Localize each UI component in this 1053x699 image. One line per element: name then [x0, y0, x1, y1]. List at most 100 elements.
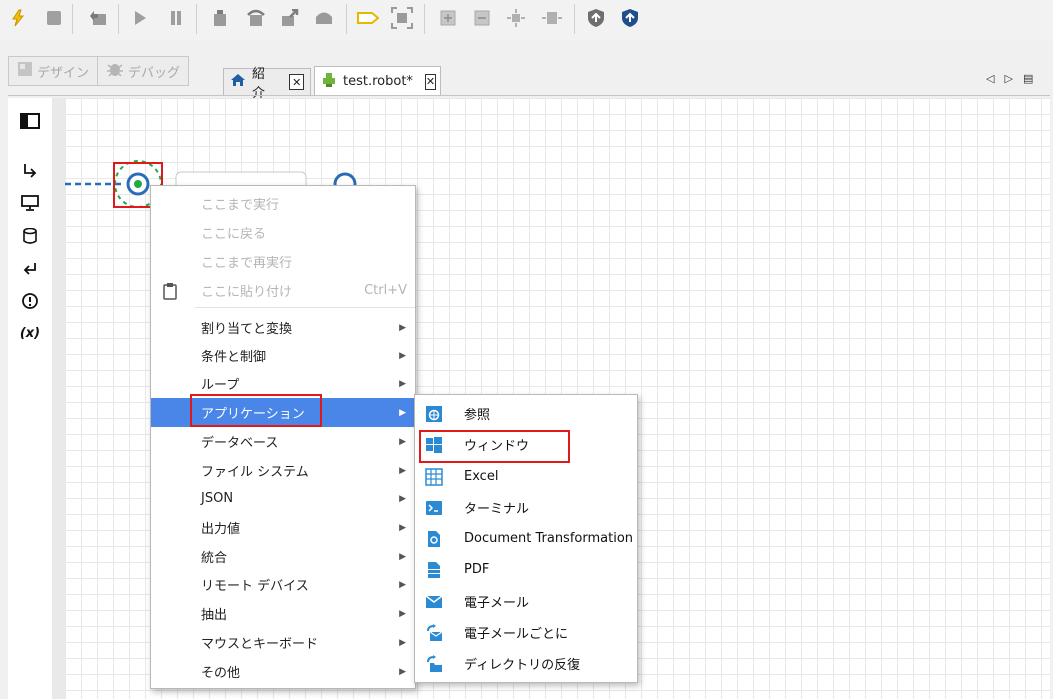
- design-mode-button[interactable]: デザイン: [9, 57, 97, 85]
- tab-introduction[interactable]: 紹介 ✕: [223, 67, 311, 101]
- toolbar-separator: [346, 4, 347, 34]
- menu-item-paste-here[interactable]: ここに貼り付け Ctrl+V: [151, 276, 415, 305]
- close-icon[interactable]: ✕: [289, 74, 304, 90]
- run-icon[interactable]: [126, 4, 154, 32]
- step-over-icon[interactable]: [242, 4, 270, 32]
- design-icon: [17, 61, 33, 81]
- database-icon[interactable]: [18, 224, 42, 248]
- submenu-arrow-icon: ▶: [399, 493, 406, 504]
- toolbar-separator: [72, 4, 73, 34]
- submenu-arrow-icon: ▶: [399, 637, 406, 648]
- menu-separator: [195, 307, 415, 308]
- robot-icon: [321, 72, 337, 92]
- toolbar-separator: [118, 4, 119, 34]
- menu-item-other[interactable]: その他 ▶: [151, 657, 415, 686]
- menu-item-output[interactable]: 出力値 ▶: [151, 513, 415, 542]
- context-menu: ここまで実行 ここに戻る ここまで再実行 ここに貼り付け Ctrl+V 割り当て…: [150, 185, 416, 689]
- submenu-arrow-icon: ▶: [399, 378, 406, 389]
- publish-icon[interactable]: [582, 4, 610, 32]
- lightning-icon[interactable]: [4, 4, 32, 32]
- step-return-icon[interactable]: [310, 4, 338, 32]
- pdf-icon: [425, 561, 443, 579]
- directory-loop-icon: [425, 654, 443, 673]
- capture-icon[interactable]: [388, 4, 416, 32]
- toolbar-separator: [574, 4, 575, 34]
- menu-item-assign-convert[interactable]: 割り当てと変換 ▶: [151, 313, 415, 342]
- expand-icon[interactable]: [538, 4, 566, 32]
- submenu-item-browse[interactable]: 参照: [415, 398, 637, 429]
- highlight-box-window: [419, 430, 570, 463]
- document-transform-icon: [425, 530, 443, 548]
- tab-prev-icon[interactable]: ◁: [986, 72, 994, 85]
- stop-icon[interactable]: [40, 4, 68, 32]
- submenu-arrow-icon: ▶: [399, 407, 406, 418]
- email-icon: [425, 593, 443, 611]
- home-icon: [230, 73, 246, 91]
- submenu-item-pdf[interactable]: PDF: [415, 554, 637, 585]
- mode-switch: デザイン デバッグ: [8, 56, 190, 86]
- menu-item-conditions-control[interactable]: 条件と制御 ▶: [151, 341, 415, 370]
- tab-list-icon[interactable]: ▤: [1023, 72, 1033, 85]
- menu-item-integration[interactable]: 統合 ▶: [151, 542, 415, 571]
- menu-item-go-back-here[interactable]: ここに戻る: [151, 218, 415, 247]
- menu-item-remote-device[interactable]: リモート デバイス ▶: [151, 570, 415, 599]
- tab-label: test.robot*: [343, 74, 413, 89]
- submenu-arrow-icon: ▶: [399, 465, 406, 476]
- reset-icon[interactable]: [84, 4, 112, 32]
- menu-item-rerun-to-here[interactable]: ここまで再実行: [151, 247, 415, 276]
- submenu-item-excel[interactable]: Excel: [415, 461, 637, 492]
- menu-item-database[interactable]: データベース ▶: [151, 427, 415, 456]
- panel-toggle-icon[interactable]: [18, 109, 42, 133]
- variable-icon[interactable]: (x): [18, 321, 42, 345]
- submenu-arrow-icon: ▶: [399, 350, 406, 361]
- screen-icon[interactable]: [18, 191, 42, 215]
- menu-item-file-system[interactable]: ファイル システム ▶: [151, 456, 415, 485]
- submenu-arrow-icon: ▶: [399, 608, 406, 619]
- editor-border: [8, 95, 1050, 96]
- return-icon[interactable]: [18, 257, 42, 281]
- submenu-item-document-transformation[interactable]: Document Transformation: [415, 523, 637, 554]
- design-mode-label: デザイン: [37, 65, 90, 81]
- browser-icon: [425, 405, 443, 423]
- tab-test-robot[interactable]: test.robot* ✕: [314, 66, 441, 96]
- submenu-item-email[interactable]: 電子メール: [415, 586, 637, 617]
- next-step-icon[interactable]: [18, 159, 42, 183]
- zoom-out-icon[interactable]: [468, 4, 496, 32]
- zoom-in-icon[interactable]: [434, 4, 462, 32]
- menu-item-mouse-keyboard[interactable]: マウスとキーボード ▶: [151, 628, 415, 657]
- upload-icon[interactable]: [616, 4, 644, 32]
- bug-icon: [106, 61, 124, 81]
- menu-item-extract[interactable]: 抽出 ▶: [151, 599, 415, 628]
- toolbar-separator: [424, 4, 425, 34]
- terminal-icon: [425, 499, 443, 517]
- excel-grid-icon: [425, 467, 443, 486]
- email-loop-icon: [425, 623, 443, 642]
- exception-icon[interactable]: [18, 289, 42, 313]
- menu-item-run-to-here[interactable]: ここまで実行: [151, 189, 415, 218]
- step-out-icon[interactable]: [276, 4, 304, 32]
- debug-mode-button[interactable]: デバッグ: [97, 57, 188, 85]
- toolbar-separator: [196, 4, 197, 34]
- submenu-arrow-icon: ▶: [399, 522, 406, 533]
- step-into-icon[interactable]: [206, 4, 234, 32]
- fit-icon[interactable]: [502, 4, 530, 32]
- pause-icon[interactable]: [162, 4, 190, 32]
- submenu-arrow-icon: ▶: [399, 579, 406, 590]
- debug-mode-label: デバッグ: [128, 65, 181, 81]
- highlight-box-application: [190, 394, 322, 427]
- submenu-arrow-icon: ▶: [399, 322, 406, 333]
- submenu-arrow-icon: ▶: [399, 551, 406, 562]
- submenu-item-directory-loop[interactable]: ディレクトリの反復: [415, 648, 637, 679]
- close-icon[interactable]: ✕: [424, 73, 437, 90]
- submenu-arrow-icon: ▶: [399, 436, 406, 447]
- submenu-item-for-each-email[interactable]: 電子メールごとに: [415, 617, 637, 648]
- menu-item-json[interactable]: JSON ▶: [151, 484, 415, 513]
- shortcut-label: Ctrl+V: [364, 283, 407, 298]
- submenu-item-terminal[interactable]: ターミナル: [415, 492, 637, 523]
- tab-navigation: ◁ ▷ ▤: [986, 72, 1033, 85]
- step-palette: (x): [8, 98, 53, 699]
- main-toolbar: [0, 0, 1053, 40]
- breakpoint-tag-icon[interactable]: [354, 4, 382, 32]
- submenu-arrow-icon: ▶: [399, 666, 406, 677]
- tab-next-icon[interactable]: ▷: [1004, 72, 1012, 85]
